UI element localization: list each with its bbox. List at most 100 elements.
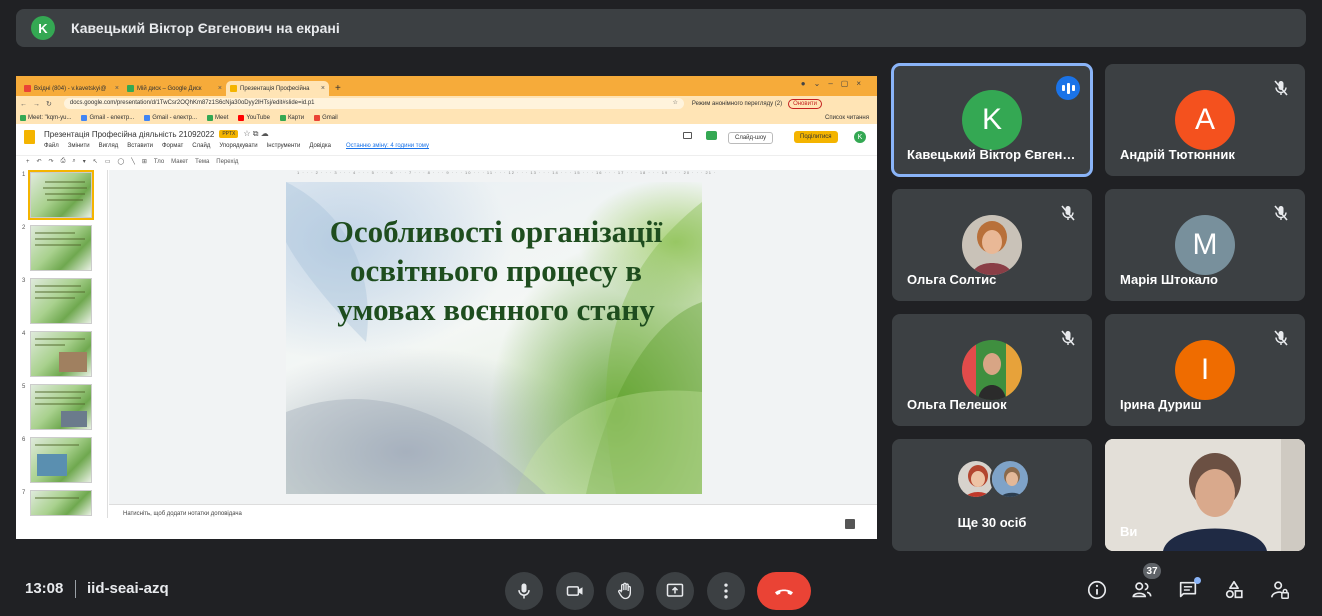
microphone-button[interactable] xyxy=(505,572,543,610)
menu-item[interactable]: Змінити xyxy=(68,143,90,149)
slide-thumbnail[interactable]: 7 xyxy=(22,490,92,516)
participant-tile[interactable]: Ольга Солтис xyxy=(892,189,1092,301)
toolbar-button[interactable]: Тема xyxy=(195,159,209,165)
host-controls-button[interactable] xyxy=(1266,576,1294,604)
self-view-tile[interactable]: Ви xyxy=(1105,439,1305,551)
menu-item[interactable]: Формат xyxy=(162,143,183,149)
toolbar-button[interactable]: Тло xyxy=(154,159,164,165)
toolbar-button[interactable]: ▾ xyxy=(83,158,86,165)
slide-thumbnail[interactable]: 5 xyxy=(22,384,92,430)
close-icon[interactable]: × xyxy=(115,85,119,92)
people-icon xyxy=(1132,582,1152,598)
reading-list[interactable]: Список читання xyxy=(825,115,869,121)
browser-tab-drive[interactable]: Мій диск – Google Диск × xyxy=(123,81,226,96)
slide-thumbnail[interactable]: 3 xyxy=(22,278,92,324)
comment-icon[interactable] xyxy=(683,132,692,139)
toolbar-button[interactable]: Перехід xyxy=(216,159,238,165)
leave-call-button[interactable] xyxy=(757,572,811,610)
divider xyxy=(75,580,76,598)
bookmark[interactable]: Gmail - електр... xyxy=(144,114,197,121)
toolbar-button[interactable]: ◯ xyxy=(117,158,124,165)
browser-tab-slides[interactable]: Презентація Професійна × xyxy=(226,81,329,96)
bookmark[interactable]: Gmail xyxy=(314,114,338,121)
window-controls[interactable]: ●⌄–▢× xyxy=(801,79,869,88)
star-icon[interactable]: ☆ ⧉ ☁ xyxy=(243,129,268,139)
meeting-code[interactable]: iid-seai-azq xyxy=(87,580,169,597)
phone-hangup-icon xyxy=(775,589,793,595)
participant-name: Ольга Пелешок xyxy=(907,397,1007,412)
star-icon[interactable]: ☆ xyxy=(672,98,677,109)
toolbar-button[interactable]: + xyxy=(26,159,30,165)
participant-tile[interactable]: I Ірина Дуриш xyxy=(1105,314,1305,426)
camera-button[interactable] xyxy=(556,572,594,610)
update-button[interactable]: Оновити xyxy=(788,98,823,109)
more-options-button[interactable] xyxy=(707,572,745,610)
close-icon[interactable]: × xyxy=(321,85,325,92)
current-slide[interactable]: Особливості організації освітнього проце… xyxy=(286,182,702,494)
bookmark-label: YouTube xyxy=(246,114,270,121)
document-title-text: Презентація Професійна діяльність 210920… xyxy=(44,129,215,139)
toolbar-button[interactable]: ⊞ xyxy=(142,158,147,165)
bookmark[interactable]: Meet xyxy=(207,114,228,121)
meeting-details-button[interactable] xyxy=(1083,576,1111,604)
slide-number: 6 xyxy=(22,437,26,443)
tab-label: Мій диск – Google Диск xyxy=(137,85,202,92)
slide-number: 7 xyxy=(22,490,26,496)
menu-item[interactable]: Вигляд xyxy=(99,143,119,149)
toolbar-button[interactable]: ⎙ xyxy=(61,158,66,165)
toolbar-button[interactable]: ╲ xyxy=(131,158,135,165)
toolbar-button[interactable]: Макет xyxy=(171,159,188,165)
people-button[interactable] xyxy=(1128,576,1156,604)
browser-tab-gmail[interactable]: Вхідні (804) - v.kavetskyi@ × xyxy=(20,81,123,96)
menu-item[interactable]: Слайд xyxy=(192,143,210,149)
incognito-label[interactable]: Режим анонімного перегляду (2) xyxy=(692,101,782,107)
participant-tile[interactable]: A Андрій Тютюнник xyxy=(1105,64,1305,176)
toolbar-button[interactable]: ↖ xyxy=(93,158,98,165)
activities-button[interactable] xyxy=(1220,576,1248,604)
toolbar-button[interactable]: ↷ xyxy=(49,158,54,165)
present-now-button[interactable] xyxy=(656,572,694,610)
participant-tile[interactable]: M Марія Штокало xyxy=(1105,189,1305,301)
url-input[interactable]: docs.google.com/presentation/d/1TwCsr2OQ… xyxy=(63,98,684,109)
tab-label: Презентація Професійна xyxy=(240,85,310,92)
menu-item[interactable]: Довідка xyxy=(309,143,331,149)
participant-tile[interactable]: K Кавецький Віктор Євгенович xyxy=(891,63,1093,177)
participant-tile[interactable]: Ольга Пелешок xyxy=(892,314,1092,426)
menu-item[interactable]: Файл xyxy=(44,143,59,149)
close-icon[interactable]: × xyxy=(218,85,222,92)
toolbar-button[interactable]: ↶ xyxy=(37,158,42,165)
thumbnail-image xyxy=(30,278,92,324)
slideshow-button[interactable]: Слайд-шоу xyxy=(728,132,774,144)
menu-item[interactable]: Вставити xyxy=(127,143,153,149)
bookmark[interactable]: Карти xyxy=(279,114,304,121)
last-edit-link[interactable]: Останню зміну: 4 години тому xyxy=(346,143,429,149)
account-avatar[interactable]: K xyxy=(854,131,866,143)
slide-thumbnail[interactable]: 6 xyxy=(22,437,92,483)
menu-item[interactable]: Упорядкувати xyxy=(219,143,257,149)
mic-off-icon xyxy=(1274,205,1288,221)
speaker-notes[interactable]: Натисніть, щоб додати нотатки доповідача xyxy=(109,504,877,539)
new-tab-button[interactable]: + xyxy=(335,81,341,96)
slides-logo-icon[interactable] xyxy=(24,130,35,144)
gmail-icon xyxy=(24,85,31,92)
more-participants-tile[interactable]: Ще 30 осіб xyxy=(892,439,1092,551)
toolbar-button[interactable]: ⌕ xyxy=(72,158,75,165)
nav-buttons[interactable]: ←→↻ xyxy=(20,100,58,108)
bookmark[interactable]: Gmail - електр... xyxy=(81,114,134,121)
explore-icon[interactable] xyxy=(845,519,855,529)
slide-thumbnail[interactable]: 2 xyxy=(22,225,92,271)
meeting-time: 13:08 xyxy=(25,580,64,597)
bookmark[interactable]: Meet: "kqm-yu... xyxy=(20,114,71,121)
lock-person-icon xyxy=(1270,581,1289,599)
people-count-badge: 37 xyxy=(1143,563,1161,579)
bookmark[interactable]: YouTube xyxy=(238,114,270,121)
share-button[interactable]: Поділитися xyxy=(794,131,838,143)
slide-thumbnail[interactable]: 4 xyxy=(22,331,92,377)
meet-icon[interactable] xyxy=(706,131,717,140)
document-title[interactable]: Презентація Професійна діяльність 210920… xyxy=(44,129,269,139)
menu-item[interactable]: Інструменти xyxy=(267,143,301,149)
raise-hand-button[interactable] xyxy=(606,572,644,610)
more-vert-icon xyxy=(724,583,728,599)
toolbar-button[interactable]: ▭ xyxy=(105,158,111,165)
slide-thumbnail[interactable]: 1 xyxy=(22,170,94,220)
